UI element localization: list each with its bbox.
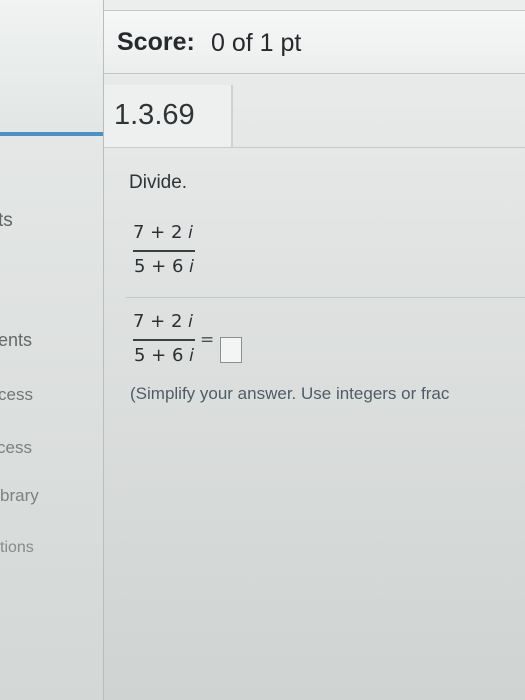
content-divider <box>104 147 525 148</box>
question-number: 1.3.69 <box>114 99 195 131</box>
sidebar-item-2[interactable]: cess <box>0 385 33 405</box>
sidebar-item-1[interactable]: ents <box>0 330 32 351</box>
problem-denominator: 5 + 6 𝑖 <box>134 256 194 277</box>
sidebar-header <box>0 0 103 132</box>
question-number-box: 1.3.69 <box>104 85 233 147</box>
sidebar: ts ents cess cess brary tions <box>0 0 103 700</box>
answer-fraction-bar <box>133 339 195 341</box>
question-instruction: Divide. <box>129 172 188 193</box>
answer-numerator: 7 + 2 𝑖 <box>133 311 193 332</box>
problem-fraction-bar <box>133 250 195 252</box>
question-panel: Score: 0 of 1 pt 1.3.69 Divide. 7 + 2 𝑖 … <box>103 0 525 700</box>
answer-input-box[interactable] <box>220 337 242 363</box>
answer-fraction: 7 + 2 𝑖 5 + 6 𝑖 <box>133 311 203 371</box>
section-divider <box>126 297 525 298</box>
sidebar-item-0[interactable]: ts <box>0 210 13 232</box>
equals-sign: = <box>200 330 215 350</box>
sidebar-item-4[interactable]: brary <box>0 486 39 506</box>
score-bar: Score: 0 of 1 pt <box>104 10 525 74</box>
sidebar-accent-rule <box>0 132 103 136</box>
score-label: Score: <box>117 28 195 56</box>
answer-hint: (Simplify your answer. Use integers or f… <box>130 384 450 403</box>
sidebar-item-5[interactable]: tions <box>0 539 34 557</box>
page: ts ents cess cess brary tions Score: 0 o… <box>0 0 525 700</box>
sidebar-item-3[interactable]: cess <box>0 438 32 458</box>
answer-denominator: 5 + 6 𝑖 <box>134 345 194 366</box>
problem-fraction: 7 + 2 𝑖 5 + 6 𝑖 <box>133 222 203 282</box>
score-value: 0 of 1 pt <box>211 29 302 57</box>
problem-numerator: 7 + 2 𝑖 <box>133 222 193 243</box>
